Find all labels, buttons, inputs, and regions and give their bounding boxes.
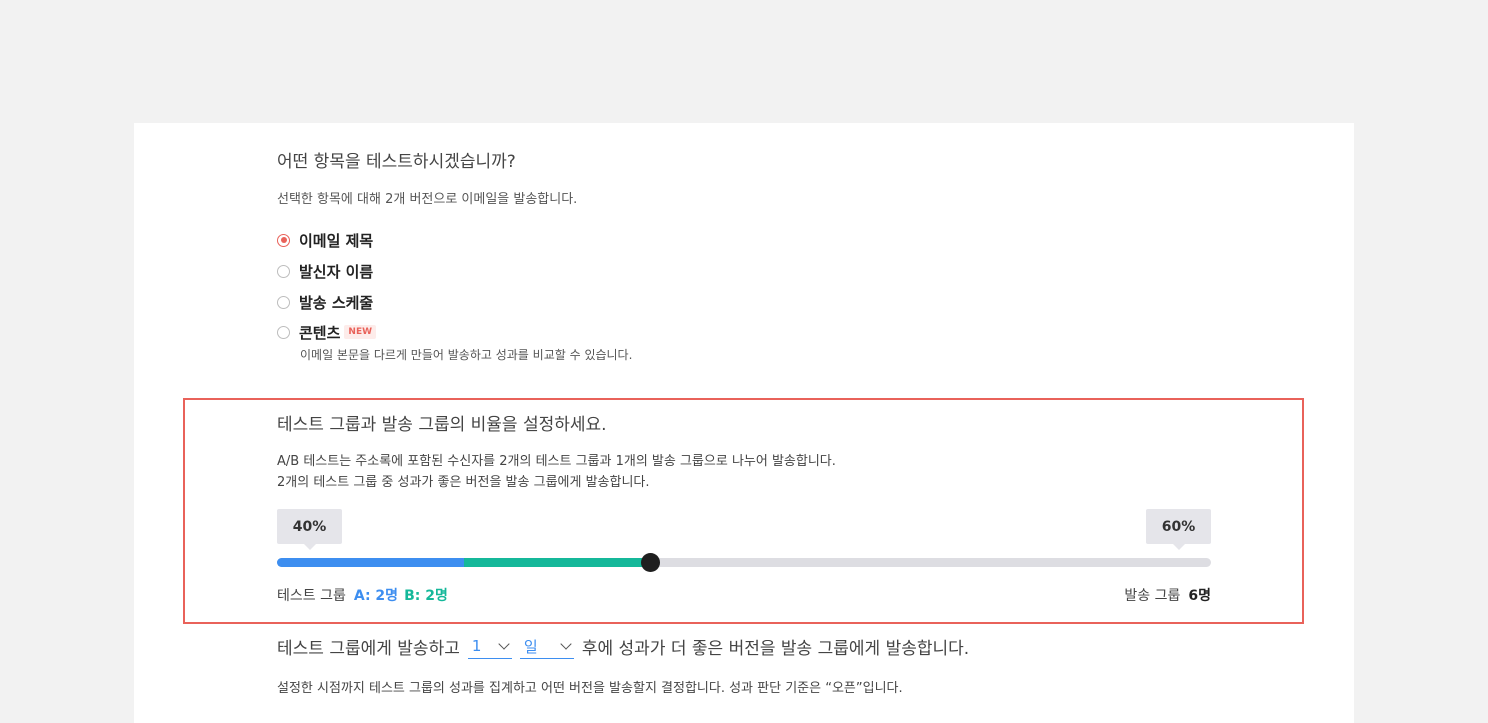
schedule-prefix: 테스트 그룹에게 발송하고 (277, 639, 460, 659)
radio-button[interactable] (277, 325, 290, 339)
ratio-description-line2: 2개의 테스트 그룹 중 성과가 좋은 버전을 발송 그룹에게 발송합니다. (277, 475, 650, 490)
test-group-label: 테스트 그룹 (277, 588, 346, 604)
option-content[interactable]: 콘텐츠 NEW (277, 322, 377, 342)
option-sender-name[interactable]: 발신자 이름 (277, 261, 373, 281)
radio-button[interactable] (277, 295, 290, 309)
schedule-sentence: 테스트 그룹에게 발송하고 1 일 후에 성과가 더 좋은 버전을 발송 그룹에… (277, 634, 969, 659)
send-group-label: 발송 그룹 (1124, 588, 1181, 604)
ratio-slider-handle[interactable] (641, 553, 661, 572)
group-a-count: A: 2명 (353, 588, 399, 604)
radio-button-checked[interactable] (277, 233, 290, 247)
ratio-description-line1: A/B 테스트는 주소록에 포함된 수신자를 2개의 테스트 그룹과 1개의 발… (277, 454, 836, 469)
schedule-suffix: 후에 성과가 더 좋은 버전을 발송 그룹에게 발송합니다. (581, 639, 970, 659)
option-label: 이메일 제목 (299, 231, 374, 250)
ab-test-settings-card: 어떤 항목을 테스트하시겠습니까? 선택한 항목에 대해 2개 버전으로 이메일… (134, 123, 1354, 723)
test-percent-tooltip: 40% (277, 509, 342, 550)
new-badge: NEW (344, 325, 377, 339)
option-content-description: 이메일 본문을 다르게 만들어 발송하고 성과를 비교할 수 있습니다. (300, 348, 633, 362)
schedule-unit-value: 일 (523, 637, 538, 656)
schedule-description: 설정한 시점까지 테스트 그룹의 성과를 집계하고 어떤 버전을 발송할지 결정… (277, 681, 903, 696)
send-group-summary: 발송 그룹 6명 (1124, 585, 1211, 605)
option-send-schedule[interactable]: 발송 스케줄 (277, 292, 373, 312)
test-group-summary: 테스트 그룹 A: 2명 B: 2명 (277, 585, 448, 605)
send-percent-tooltip: 60% (1146, 509, 1211, 550)
option-label: 콘텐츠 (299, 323, 341, 342)
test-item-question-description: 선택한 항목에 대해 2개 버전으로 이메일을 발송합니다. (277, 192, 578, 207)
group-a-fill (277, 558, 464, 567)
ratio-section-title: 테스트 그룹과 발송 그룹의 비율을 설정하세요. (277, 415, 607, 435)
option-label: 발신자 이름 (299, 262, 374, 281)
group-b-fill (463, 558, 651, 567)
schedule-amount-dropdown[interactable]: 1 (467, 635, 512, 659)
option-email-subject[interactable]: 이메일 제목 (277, 230, 373, 250)
schedule-unit-dropdown[interactable]: 일 (519, 635, 574, 659)
schedule-amount-value: 1 (471, 637, 482, 655)
send-group-count: 6명 (1188, 588, 1211, 604)
radio-button[interactable] (277, 264, 290, 278)
chevron-down-icon (560, 637, 572, 650)
option-label: 발송 스케줄 (299, 293, 374, 312)
test-item-question-title: 어떤 항목을 테스트하시겠습니까? (277, 152, 516, 172)
chevron-down-icon (498, 637, 510, 650)
ratio-slider-track[interactable] (277, 558, 1211, 567)
group-b-count: B: 2명 (404, 588, 448, 604)
